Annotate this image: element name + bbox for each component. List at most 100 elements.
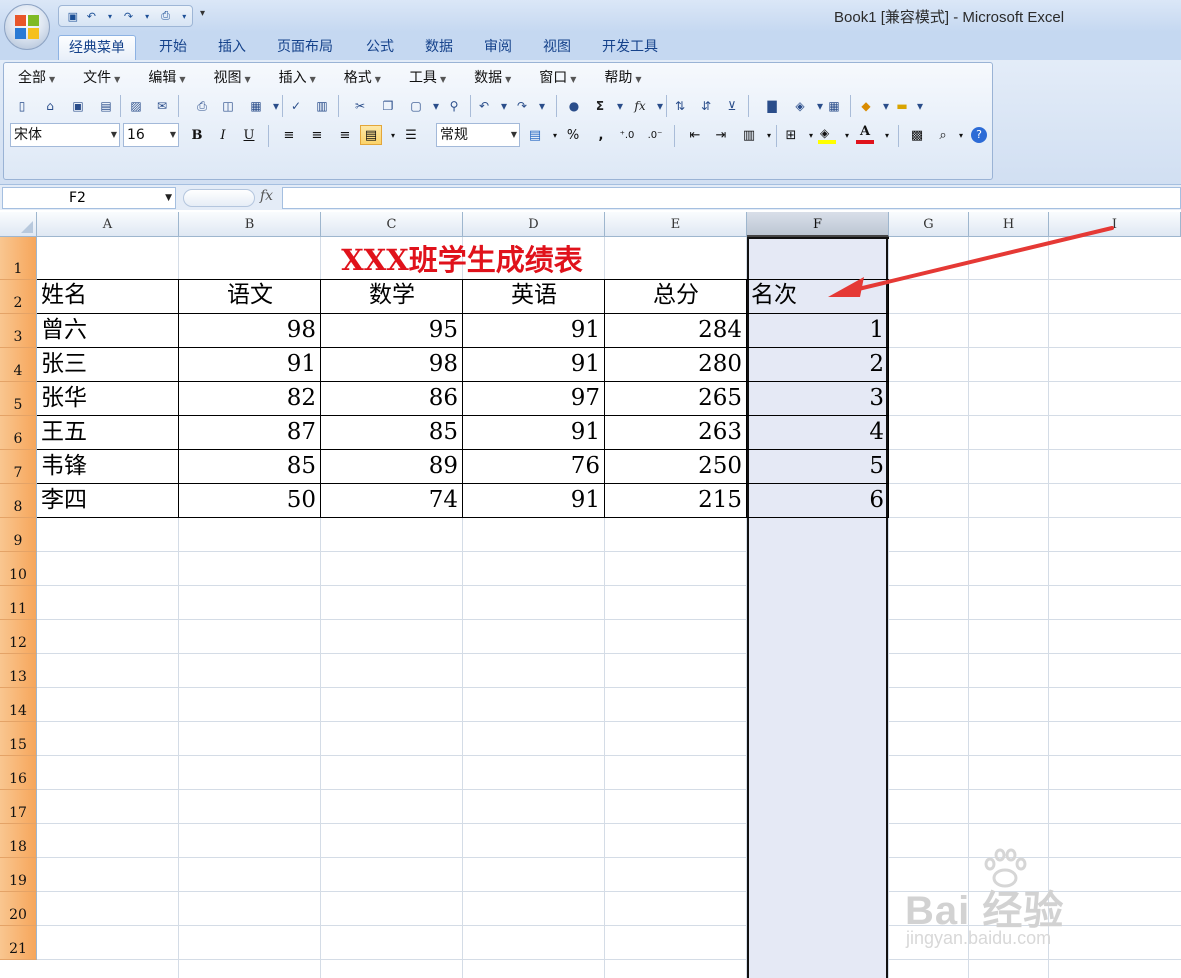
header-cell[interactable]: 语文 xyxy=(179,278,321,312)
menu-help[interactable]: 帮助 ▼ xyxy=(596,67,649,89)
row-header-19[interactable]: 19 xyxy=(0,858,37,892)
chevron-down-icon[interactable]: ▼ xyxy=(165,188,172,208)
tab-developer[interactable]: 开发工具 xyxy=(592,35,668,60)
score-cell[interactable]: 74 xyxy=(321,483,458,517)
tab-formulas[interactable]: 公式 xyxy=(356,35,404,60)
row-header-8[interactable]: 8 xyxy=(0,484,37,518)
print-icon[interactable]: ⎙ xyxy=(192,96,212,116)
chart-icon[interactable]: ▇ xyxy=(762,96,782,116)
paste-icon[interactable]: ▢ xyxy=(406,96,426,116)
fill-color-icon[interactable]: ◈ xyxy=(816,125,838,145)
score-cell[interactable]: 91 xyxy=(463,415,600,449)
percent-button[interactable]: % xyxy=(562,125,584,145)
folder-icon[interactable]: ▬ xyxy=(892,96,912,116)
column-header-c[interactable]: C xyxy=(321,212,463,237)
row-header-20[interactable]: 20 xyxy=(0,892,37,926)
tab-home[interactable]: 开始 xyxy=(149,35,197,60)
chevron-down-icon[interactable]: ▾ xyxy=(650,96,670,116)
score-cell[interactable]: 3 xyxy=(747,381,884,415)
gridlines-icon[interactable]: ▦ xyxy=(824,96,844,116)
score-cell[interactable]: 98 xyxy=(179,313,316,347)
merge-center-icon[interactable]: ▤ xyxy=(360,125,382,145)
row-header-16[interactable]: 16 xyxy=(0,756,37,790)
score-cell[interactable]: 250 xyxy=(605,449,742,483)
currency-icon[interactable]: ▤ xyxy=(524,125,546,145)
chevron-down-icon[interactable]: ▾ xyxy=(102,8,118,24)
tab-insert[interactable]: 插入 xyxy=(208,35,256,60)
insert-function-button[interactable]: fx xyxy=(260,188,273,204)
styles-icon[interactable]: ▩ xyxy=(906,125,928,145)
thesaurus-icon[interactable]: ▥ xyxy=(312,96,332,116)
score-cell[interactable]: 1 xyxy=(747,313,884,347)
score-cell[interactable]: 87 xyxy=(179,415,316,449)
chevron-down-icon[interactable]: ▾ xyxy=(876,125,898,145)
score-cell[interactable]: 215 xyxy=(605,483,742,517)
score-cell[interactable]: 280 xyxy=(605,347,742,381)
score-cell[interactable]: 91 xyxy=(179,347,316,381)
autosum-icon[interactable]: Σ xyxy=(590,96,610,116)
score-cell[interactable]: 86 xyxy=(321,381,458,415)
score-cell[interactable]: 91 xyxy=(463,313,600,347)
name-cell[interactable]: 张华 xyxy=(41,381,179,415)
row-header-21[interactable]: 21 xyxy=(0,926,37,960)
header-cell[interactable]: 数学 xyxy=(321,278,463,312)
score-cell[interactable]: 91 xyxy=(463,483,600,517)
chevron-down-icon[interactable]: ▾ xyxy=(610,96,630,116)
diamond-icon[interactable]: ◆ xyxy=(856,96,876,116)
row-header-18[interactable]: 18 xyxy=(0,824,37,858)
undo-icon[interactable]: ↶ xyxy=(84,8,100,24)
column-header-b[interactable]: B xyxy=(179,212,321,237)
sort-ascending-icon[interactable]: ⇅ xyxy=(670,96,690,116)
drawing-icon[interactable]: ◈ xyxy=(790,96,810,116)
underline-button[interactable]: U xyxy=(238,125,260,145)
score-cell[interactable]: 91 xyxy=(463,347,600,381)
row-header-17[interactable]: 17 xyxy=(0,790,37,824)
column-header-d[interactable]: D xyxy=(463,212,605,237)
score-cell[interactable]: 97 xyxy=(463,381,600,415)
save-as-icon[interactable]: ▤ xyxy=(96,96,116,116)
sort-descending-icon[interactable]: ⇵ xyxy=(696,96,716,116)
save-icon[interactable]: ▣ xyxy=(68,96,88,116)
menu-tools[interactable]: 工具 ▼ xyxy=(401,67,454,89)
bold-button[interactable]: B xyxy=(186,125,208,145)
chevron-down-icon[interactable]: ▾ xyxy=(494,96,514,116)
score-cell[interactable]: 263 xyxy=(605,415,742,449)
redo-icon[interactable]: ↷ xyxy=(121,8,137,24)
row-header-13[interactable]: 13 xyxy=(0,654,37,688)
select-all-corner[interactable] xyxy=(0,212,37,237)
decrease-indent-icon[interactable]: ⇤ xyxy=(684,125,706,145)
wrap-text-icon[interactable]: ☰ xyxy=(400,125,422,145)
print-preview-icon[interactable]: ⎙ xyxy=(158,8,174,24)
chevron-down-icon[interactable]: ▾ xyxy=(910,96,930,116)
score-cell[interactable]: 2 xyxy=(747,347,884,381)
formula-pill[interactable] xyxy=(183,189,255,207)
row-header-9[interactable]: 9 xyxy=(0,518,37,552)
chevron-down-icon[interactable]: ▾ xyxy=(139,8,155,24)
filter-icon[interactable]: ⊻ xyxy=(722,96,742,116)
undo-icon[interactable]: ↶ xyxy=(474,96,494,116)
borders-icon[interactable]: ⊞ xyxy=(780,125,802,145)
open-folder-icon[interactable]: ⌂ xyxy=(40,96,60,116)
menu-file[interactable]: 文件 ▼ xyxy=(75,67,128,89)
sheet-title-cell[interactable]: XXX班学生成绩表 xyxy=(37,237,887,280)
tab-data[interactable]: 数据 xyxy=(415,35,463,60)
name-cell[interactable]: 张三 xyxy=(41,347,179,381)
format-painter-icon[interactable]: ⚲ xyxy=(444,96,464,116)
column-width-icon[interactable]: ▥ xyxy=(738,125,760,145)
redo-icon[interactable]: ↷ xyxy=(512,96,532,116)
name-cell[interactable]: 曾六 xyxy=(41,313,179,347)
row-header-15[interactable]: 15 xyxy=(0,722,37,756)
research-icon[interactable]: ▦ xyxy=(246,96,266,116)
row-header-12[interactable]: 12 xyxy=(0,620,37,654)
increase-indent-icon[interactable]: ⇥ xyxy=(710,125,732,145)
score-cell[interactable]: 265 xyxy=(605,381,742,415)
tab-classic-menu[interactable]: 经典菜单 xyxy=(58,35,136,60)
tab-review[interactable]: 审阅 xyxy=(474,35,522,60)
print-preview-icon[interactable]: ◫ xyxy=(218,96,238,116)
menu-format[interactable]: 格式 ▼ xyxy=(336,67,389,89)
menu-all[interactable]: 全部 ▼ xyxy=(10,67,63,89)
menu-view[interactable]: 视图 ▼ xyxy=(205,67,258,89)
increase-decimal-icon[interactable]: ⁺.0 xyxy=(616,125,638,145)
row-header-7[interactable]: 7 xyxy=(0,450,37,484)
save-icon[interactable]: ▣ xyxy=(65,8,81,24)
